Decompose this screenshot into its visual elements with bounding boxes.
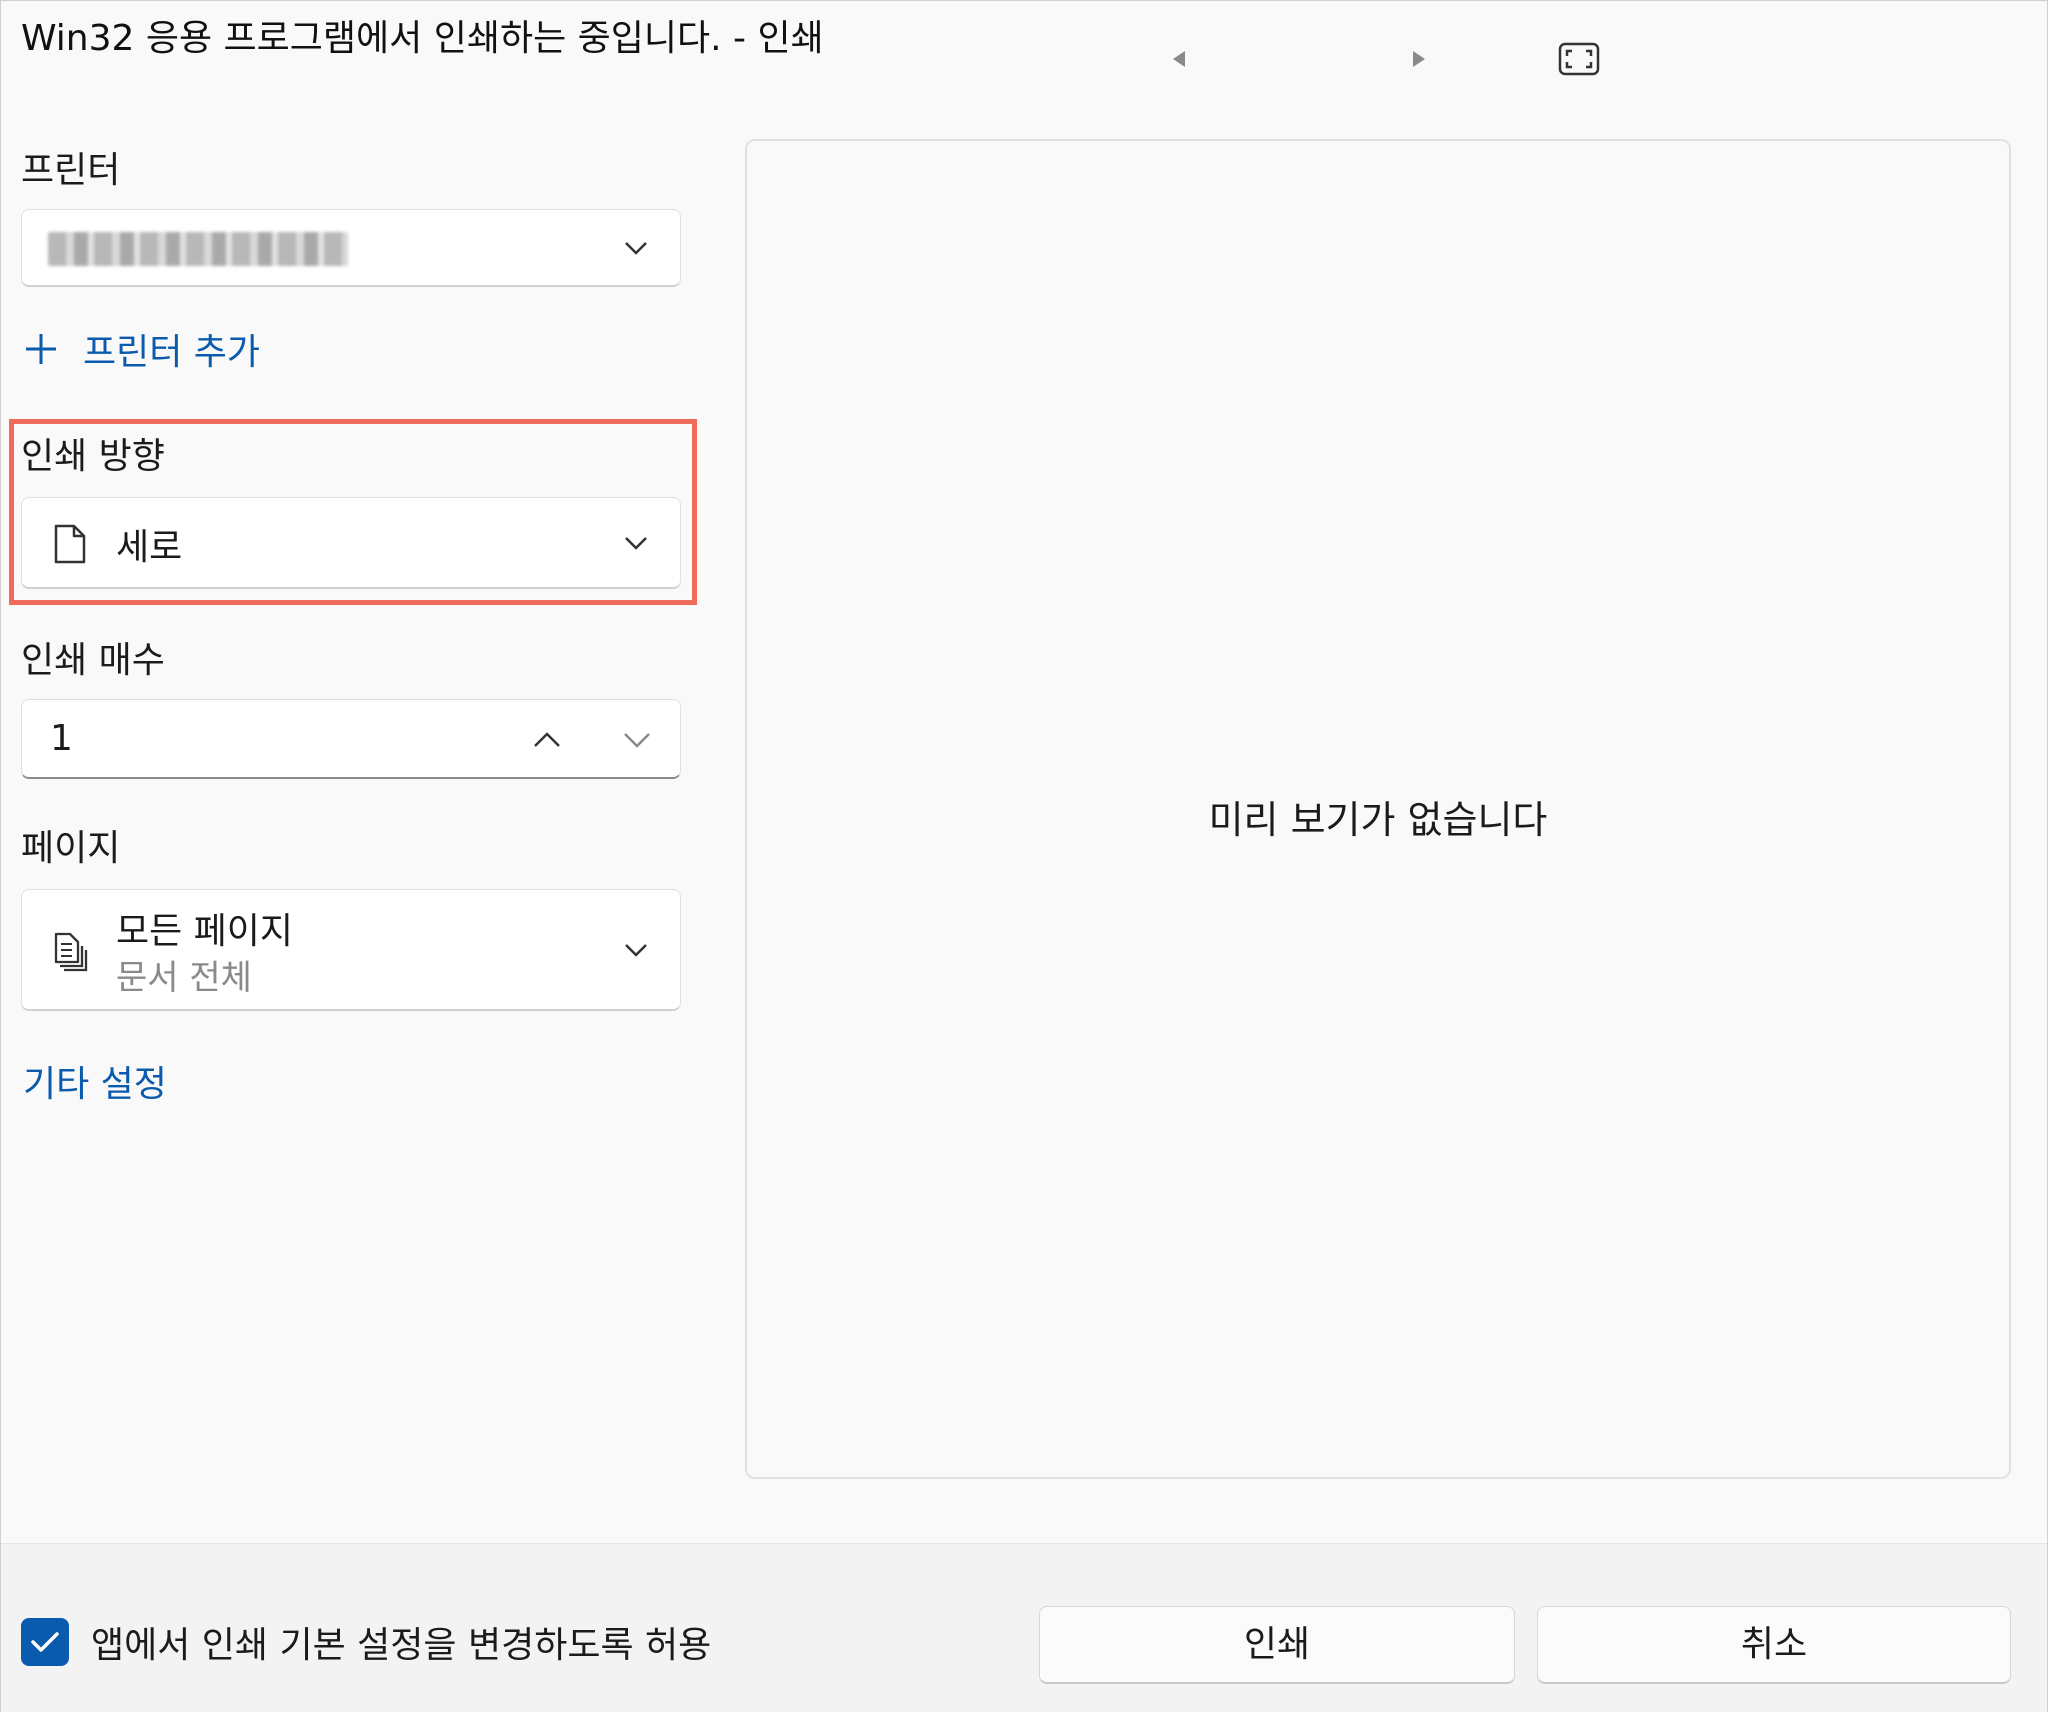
previous-page-button[interactable] xyxy=(1159,39,1199,79)
pages-label: 페이지 xyxy=(21,828,121,869)
allow-app-settings-label[interactable]: 앱에서 인쇄 기본 설정을 변경하도록 허용 xyxy=(91,1616,711,1668)
copies-label: 인쇄 매수 xyxy=(21,640,165,681)
allow-app-settings-checkbox[interactable] xyxy=(21,1618,69,1666)
chevron-down-icon xyxy=(624,733,650,748)
print-dialog: Win32 응용 프로그램에서 인쇄하는 중입니다. - 인쇄 프린터 프린터 … xyxy=(0,0,2048,1712)
plus-icon xyxy=(26,334,56,364)
printer-select[interactable] xyxy=(21,209,681,287)
fit-screen-icon xyxy=(1558,42,1600,76)
cancel-button[interactable]: 취소 xyxy=(1537,1606,2011,1684)
chevron-up-icon xyxy=(534,732,560,747)
printer-label: 프린터 xyxy=(21,150,121,191)
chevron-down-icon xyxy=(625,241,647,255)
pages-subvalue: 문서 전체 xyxy=(116,958,252,998)
window-title: Win32 응용 프로그램에서 인쇄하는 중입니다. - 인쇄 xyxy=(21,18,824,59)
orientation-select[interactable]: 세로 xyxy=(21,497,681,589)
increment-button[interactable] xyxy=(522,716,572,764)
more-settings-link[interactable]: 기타 설정 xyxy=(23,1055,167,1107)
chevron-down-icon xyxy=(625,536,647,550)
preview-pane: 미리 보기가 없습니다 xyxy=(745,139,2011,1479)
pages-select[interactable]: 모든 페이지 문서 전체 xyxy=(21,889,681,1011)
footer: 앱에서 인쇄 기본 설정을 변경하도록 허용 인쇄 취소 xyxy=(1,1543,2047,1712)
document-icon xyxy=(54,524,86,564)
decrement-button[interactable] xyxy=(612,716,662,764)
print-button[interactable]: 인쇄 xyxy=(1039,1606,1515,1684)
triangle-right-icon xyxy=(1413,51,1425,67)
triangle-left-icon xyxy=(1173,51,1185,67)
add-printer-label: 프린터 추가 xyxy=(83,332,261,373)
printer-name-redacted xyxy=(48,232,348,266)
pages-value: 모든 페이지 xyxy=(116,911,294,952)
copies-value: 1 xyxy=(50,718,73,759)
next-page-button[interactable] xyxy=(1399,39,1439,79)
orientation-label: 인쇄 방향 xyxy=(21,436,165,477)
orientation-value: 세로 xyxy=(116,527,183,568)
checkmark-icon xyxy=(31,1632,59,1652)
copies-stepper[interactable]: 1 xyxy=(21,699,681,779)
no-preview-message: 미리 보기가 없습니다 xyxy=(1208,798,1548,842)
fit-to-window-button[interactable] xyxy=(1557,39,1601,79)
add-printer-link[interactable]: 프린터 추가 xyxy=(23,323,323,373)
chevron-down-icon xyxy=(625,943,647,957)
multiple-pages-icon xyxy=(54,932,88,972)
